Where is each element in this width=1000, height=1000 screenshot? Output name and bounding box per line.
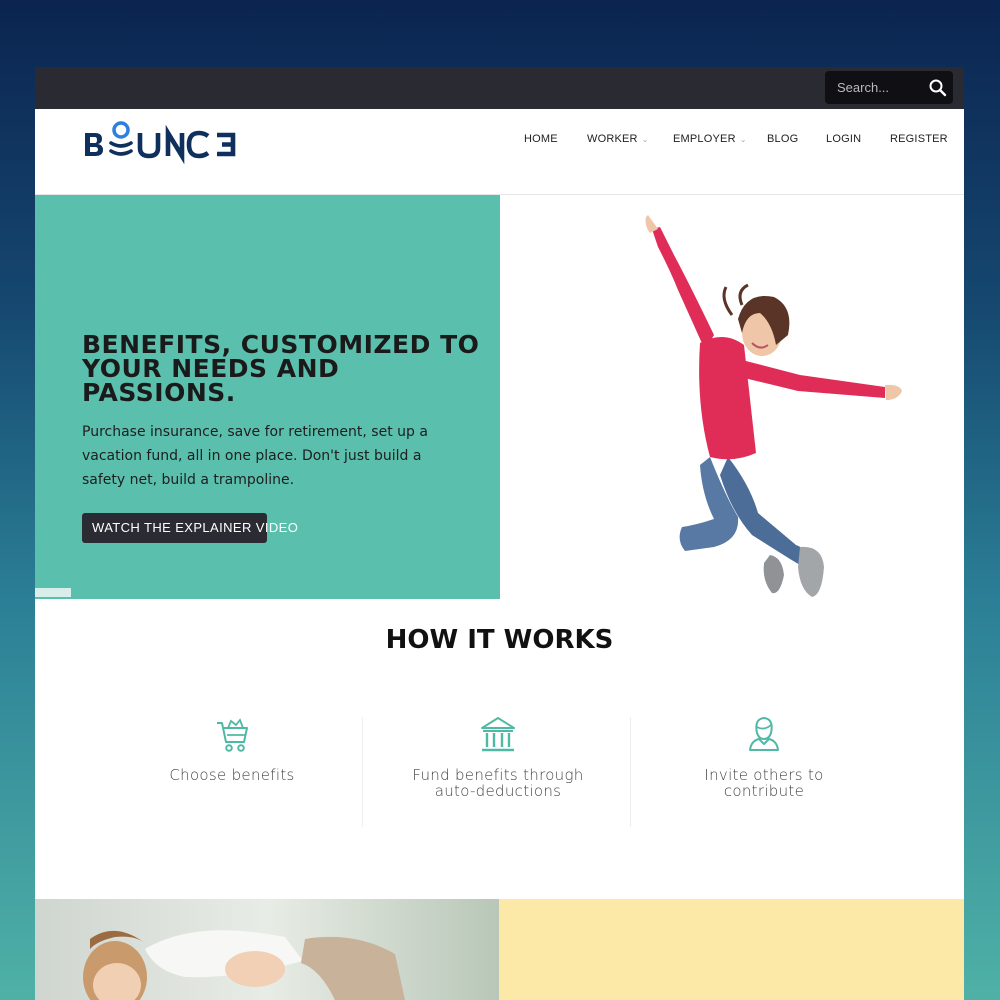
nav-employer-label: EMPLOYER <box>673 133 736 145</box>
divider <box>362 717 363 827</box>
hero-image <box>500 195 964 599</box>
nav-worker[interactable]: WORKER ⌄ <box>587 133 649 145</box>
nav-home[interactable]: HOME <box>524 133 558 145</box>
site-header: HOME WORKER ⌄ EMPLOYER ⌄ BLOG LOGIN REGIST… <box>35 109 964 195</box>
watch-explainer-video-button[interactable]: WATCH THE EXPLAINER VIDEO <box>82 513 298 543</box>
step-invite-others: Invite others to contribute <box>664 715 864 799</box>
chevron-down-icon: ⌄ <box>739 135 747 144</box>
nav-employer[interactable]: EMPLOYER ⌄ <box>673 133 747 145</box>
step-choose-benefits: Choose benefits <box>132 715 332 783</box>
watch-explainer-video-label: WATCH THE EXPLAINER VIDEO <box>92 520 299 535</box>
family-photo <box>35 899 499 1000</box>
divider <box>630 717 631 827</box>
nav-home-label: HOME <box>524 133 558 145</box>
nav-login[interactable]: LOGIN <box>826 133 861 145</box>
search-input[interactable] <box>825 71 925 104</box>
search-icon[interactable] <box>927 77 949 99</box>
main-nav: HOME WORKER ⌄ EMPLOYER ⌄ BLOG LOGIN REGIST… <box>35 133 964 149</box>
hero-panel: BENEFITS, CUSTOMIZED TO YOUR NEEDS AND P… <box>35 195 500 599</box>
hero-title: BENEFITS, CUSTOMIZED TO YOUR NEEDS AND P… <box>82 330 480 407</box>
nav-login-label: LOGIN <box>826 133 862 145</box>
step-label: Invite others to contribute <box>704 766 824 800</box>
hero-description: Purchase insurance, save for retirement,… <box>82 424 428 488</box>
step-fund-benefits: Fund benefits through auto-deductions <box>398 715 598 799</box>
step-label: Fund benefits through auto-deductions <box>412 766 584 800</box>
browser-page: HOME WORKER⌄ EMPLOYER⌄ BLOG LOGIN REGIST… <box>35 67 964 1000</box>
search-box <box>825 71 953 104</box>
bank-building-icon <box>480 715 516 755</box>
step-label: Choose benefits <box>169 766 295 784</box>
chevron-down-icon: ⌄ <box>641 135 649 144</box>
person-icon <box>746 715 782 755</box>
yellow-panel <box>499 899 964 1000</box>
nav-blog[interactable]: BLOG <box>767 133 798 145</box>
shopping-cart-icon <box>214 715 250 755</box>
nav-worker-label: WORKER <box>587 133 638 145</box>
how-it-works-title: HOW IT WORKS <box>385 625 614 655</box>
nav-blog-label: BLOG <box>767 133 799 145</box>
top-bar <box>35 67 964 109</box>
nav-register-label: REGISTER <box>890 133 948 145</box>
tiny-tag <box>35 588 71 597</box>
nav-register[interactable]: REGISTER <box>890 133 948 145</box>
